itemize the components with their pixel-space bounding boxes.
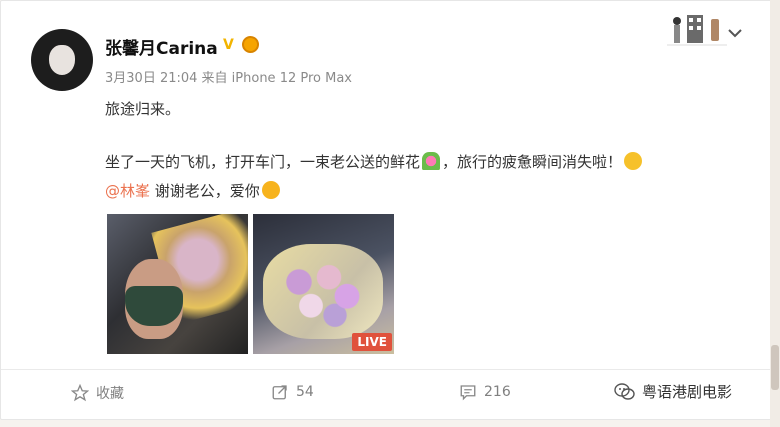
photo-bouquet xyxy=(263,244,383,339)
collect-button[interactable]: 收藏 xyxy=(71,383,124,403)
decorative-sticker-icon xyxy=(667,15,727,46)
comment-button[interactable]: 216 xyxy=(459,383,511,401)
post-meta: 3月30日 21:04 来自 iPhone 12 Pro Max xyxy=(105,71,352,86)
star-icon xyxy=(71,384,89,402)
watermark: 粤语港剧电影 xyxy=(614,381,732,402)
scream-emoji-icon xyxy=(624,152,643,170)
repost-icon xyxy=(272,385,287,400)
divider xyxy=(1,369,771,370)
post-line-1: 旅途归来。 xyxy=(105,100,181,118)
comment-icon xyxy=(460,385,476,401)
wechat-logo-icon xyxy=(614,382,635,400)
post-line-3: @林峯 谢谢老公，爱你 xyxy=(105,180,282,201)
repost-count: 54 xyxy=(296,384,314,400)
post-line-2-text-a: 坐了一天的飞机，打开车门，一束老公送的鲜花 xyxy=(105,153,421,171)
flower-emoji-icon xyxy=(422,152,441,170)
verified-badge-icon: V xyxy=(223,37,234,53)
chevron-down-icon[interactable] xyxy=(727,25,743,41)
post-photo-1[interactable] xyxy=(107,214,248,354)
post-line-2-text-b: ，旅行的疲惫瞬间消失啦！ xyxy=(442,153,623,171)
post-line-2: 坐了一天的飞机，打开车门，一束老公送的鲜花 ，旅行的疲惫瞬间消失啦！ xyxy=(105,151,644,172)
watermark-text: 粤语港剧电影 xyxy=(642,383,733,401)
live-badge: LIVE xyxy=(352,333,392,351)
medal-icon xyxy=(242,36,259,53)
post-line-3-text: 谢谢老公，爱你 xyxy=(150,182,260,200)
comment-count: 216 xyxy=(484,384,511,400)
repost-button[interactable]: 54 xyxy=(271,383,314,401)
weibo-post-card: 张馨月Carina V 3月30日 21:04 来自 iPhone 12 Pro… xyxy=(0,0,772,420)
avatar[interactable] xyxy=(31,29,93,91)
scrollbar-thumb[interactable] xyxy=(771,345,779,390)
post-photo-2[interactable]: LIVE xyxy=(253,214,394,354)
username[interactable]: 张馨月Carina xyxy=(105,34,218,59)
collect-label: 收藏 xyxy=(96,386,124,402)
kiss-emoji-icon xyxy=(261,181,280,199)
mention-link[interactable]: @林峯 xyxy=(105,182,150,200)
